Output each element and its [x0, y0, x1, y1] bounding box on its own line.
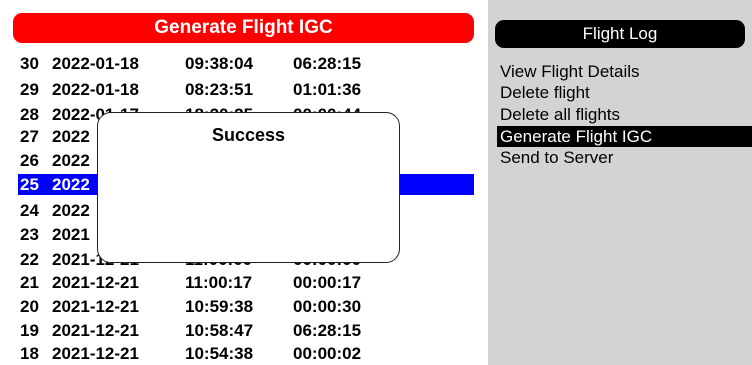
flight-time: 11:00:17 — [185, 273, 253, 292]
flight-time: 08:23:51 — [185, 80, 254, 99]
flight-log-menu: Flight Log View Flight Details Delete fl… — [488, 0, 752, 365]
menu-title: Flight Log — [495, 20, 745, 48]
success-dialog[interactable]: Success — [97, 112, 400, 263]
flight-id: 29 — [20, 80, 39, 99]
flight-row[interactable]: 21 2021-12-21 11:00:17 00:00:17 — [18, 272, 474, 293]
flight-row[interactable]: 18 2021-12-21 10:54:38 00:00:02 — [18, 343, 474, 364]
flight-row[interactable]: 30 2022-01-18 09:38:04 06:28:15 — [18, 53, 474, 74]
flight-date: 2022 — [52, 175, 90, 194]
flight-row[interactable]: 19 2021-12-21 10:58:47 06:28:15 — [18, 320, 474, 341]
flight-id: 18 — [20, 344, 39, 363]
flight-duration: 01:01:36 — [293, 80, 362, 99]
flight-date: 2022 — [52, 127, 90, 146]
flight-date: 2022-01-18 — [52, 80, 139, 99]
flight-row[interactable]: 20 2021-12-21 10:59:38 00:00:30 — [18, 296, 474, 317]
flight-id: 23 — [20, 225, 39, 244]
flight-id: 20 — [20, 297, 39, 316]
flight-time: 10:54:38 — [185, 344, 254, 363]
flight-id: 26 — [20, 151, 39, 170]
dialog-title: Success — [211, 125, 286, 145]
flight-duration: 06:28:15 — [293, 321, 362, 340]
flight-date: 2021 — [52, 225, 90, 244]
menu-item-send-to-server[interactable]: Send to Server — [497, 147, 752, 168]
menu-item-delete-all-flights[interactable]: Delete all flights — [497, 104, 752, 125]
menu-item-delete-flight[interactable]: Delete flight — [497, 82, 752, 103]
flight-row[interactable]: 29 2022-01-18 08:23:51 01:01:36 — [18, 79, 474, 100]
flight-date: 2021-12-21 — [52, 344, 139, 363]
flight-date: 2022 — [52, 201, 90, 220]
flight-id: 30 — [20, 54, 39, 73]
flight-duration: 00:00:30 — [293, 297, 362, 316]
flight-time: 10:59:38 — [185, 297, 254, 316]
flight-id: 21 — [20, 273, 39, 292]
flight-time: 09:38:04 — [185, 54, 254, 73]
flight-id: 22 — [20, 250, 39, 269]
flight-date: 2022-01-18 — [52, 54, 139, 73]
flight-date: 2021-12-21 — [52, 297, 139, 316]
flight-duration: 00:00:17 — [293, 273, 362, 292]
flight-list-panel: Generate Flight IGC 30 2022-01-18 09:38:… — [0, 0, 488, 365]
flight-time: 10:58:47 — [185, 321, 254, 340]
flight-id: 19 — [20, 321, 39, 340]
page-title: Generate Flight IGC — [13, 13, 474, 43]
flight-id: 28 — [20, 105, 39, 124]
menu-item-view-flight-details[interactable]: View Flight Details — [497, 61, 752, 82]
flight-date: 2022 — [52, 151, 90, 170]
flight-id: 24 — [20, 201, 39, 220]
flight-duration: 00:00:02 — [293, 344, 362, 363]
flight-date: 2021-12-21 — [52, 273, 139, 292]
menu-item-generate-flight-igc[interactable]: Generate Flight IGC — [497, 126, 752, 147]
flight-date: 2021-12-21 — [52, 321, 139, 340]
flight-duration: 06:28:15 — [293, 54, 362, 73]
flight-id: 25 — [20, 175, 39, 194]
flight-id: 27 — [20, 127, 39, 146]
